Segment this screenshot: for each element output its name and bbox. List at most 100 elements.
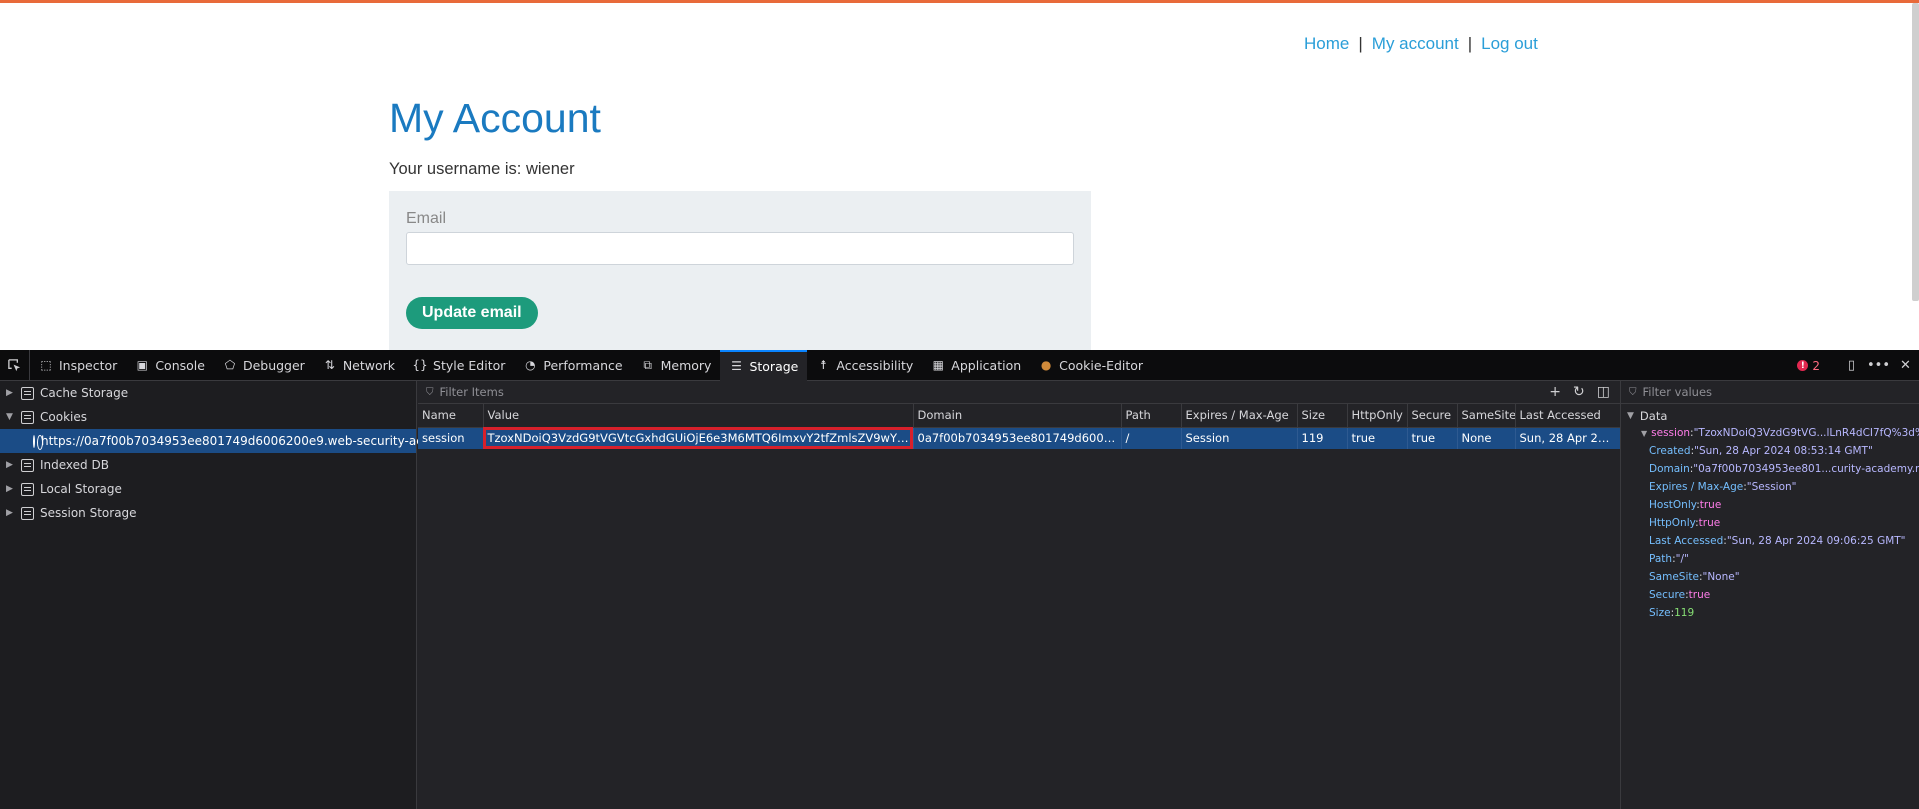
- filter-values-bar[interactable]: ⛉ Filter values: [1621, 381, 1919, 404]
- tab-memory[interactable]: ⧉ Memory: [632, 350, 721, 381]
- data-field[interactable]: Size:119: [1621, 607, 1919, 625]
- data-field[interactable]: Secure:true: [1621, 589, 1919, 607]
- nav-home-link[interactable]: Home: [1304, 34, 1349, 53]
- filter-values-input[interactable]: Filter values: [1643, 385, 1713, 399]
- tree-item-cookie-host[interactable]: https://0a7f00b7034953ee801749d6006200e9…: [0, 429, 486, 453]
- column-header[interactable]: Secure: [1407, 404, 1458, 428]
- cell-httponly[interactable]: true: [1347, 427, 1408, 449]
- top-navigation: Home | My account | Log out: [1304, 34, 1538, 54]
- email-input[interactable]: [406, 232, 1074, 265]
- tab-debugger[interactable]: ⬠ Debugger: [214, 350, 314, 381]
- data-value: true: [1699, 499, 1722, 511]
- tab-accessibility[interactable]: ☨ Accessibility: [807, 350, 922, 381]
- tree-item-cache-storage[interactable]: ▶ Cache Storage: [0, 381, 416, 405]
- column-header[interactable]: Value: [483, 404, 914, 428]
- toggle-sidebar-icon[interactable]: ◫: [1597, 384, 1610, 400]
- cell-samesite[interactable]: None: [1457, 427, 1516, 449]
- add-item-icon[interactable]: +: [1549, 384, 1561, 400]
- table-row[interactable]: session TzoxNDoiQ3VzdG9tVGVtcGxhdGUiOjE6e…: [418, 427, 1621, 449]
- nav-logout-link[interactable]: Log out: [1481, 34, 1538, 53]
- tab-application[interactable]: ▦ Application: [922, 350, 1030, 381]
- cell-size[interactable]: 119: [1297, 427, 1348, 449]
- data-header-label: Data: [1639, 408, 1668, 423]
- tree-item-label: Cookies: [40, 410, 87, 424]
- data-field[interactable]: Expires / Max-Age:"Session": [1621, 481, 1919, 499]
- tree-item-indexed-db[interactable]: ▶ Indexed DB: [0, 453, 416, 477]
- data-field[interactable]: Created:"Sun, 28 Apr 2024 08:53:14 GMT": [1621, 445, 1919, 463]
- data-value: "Sun, 28 Apr 2024 08:53:14 GMT": [1694, 445, 1873, 457]
- cell-path[interactable]: /: [1121, 427, 1182, 449]
- filter-items-bar[interactable]: ⛉ Filter Items + ↻ ◫: [418, 381, 1620, 404]
- element-picker-icon: [8, 358, 21, 371]
- data-key: Path: [1649, 553, 1673, 565]
- more-options-icon[interactable]: •••: [1865, 358, 1892, 373]
- data-field[interactable]: HostOnly:true: [1621, 499, 1919, 517]
- data-root-entry[interactable]: ▼ session:"TzoxNDoiQ3VzdG9tVG...lLnR4dCI7…: [1621, 427, 1919, 445]
- tab-storage[interactable]: ☰ Storage: [720, 349, 808, 381]
- update-email-button[interactable]: Update email: [406, 297, 538, 329]
- data-field[interactable]: HttpOnly:true: [1621, 517, 1919, 535]
- data-value: "Session": [1746, 481, 1797, 493]
- tab-label: Accessibility: [836, 357, 914, 373]
- column-header[interactable]: Name: [418, 404, 484, 428]
- table-actions: + ↻ ◫: [1549, 384, 1620, 400]
- refresh-icon[interactable]: ↻: [1573, 384, 1585, 400]
- data-field[interactable]: Last Accessed:"Sun, 28 Apr 2024 09:06:25…: [1621, 535, 1919, 553]
- nav-my-account-link[interactable]: My account: [1372, 34, 1459, 53]
- tab-inspector[interactable]: ⬚ Inspector: [30, 350, 126, 381]
- column-header[interactable]: Size: [1297, 404, 1348, 428]
- tab-label: Inspector: [59, 357, 118, 373]
- table-header-row: Name Value Domain Path Expires / Max-Age Size…: [418, 404, 1621, 428]
- devtools-tabs: ⬚ Inspector ▣ Console ⬠ Debugger ⇅ Network {} Sty…: [30, 349, 1152, 381]
- error-count-badge[interactable]: ! 2: [1797, 359, 1820, 373]
- responsive-design-icon[interactable]: ▯: [1838, 358, 1865, 373]
- tree-item-label: Indexed DB: [40, 458, 109, 472]
- cookies-table: Name Value Domain Path Expires / Max-Age Size…: [418, 404, 1621, 449]
- tab-cookie-editor[interactable]: ● Cookie-Editor: [1030, 350, 1152, 381]
- tree-item-session-storage[interactable]: ▶ Session Storage: [0, 501, 416, 525]
- column-header[interactable]: Domain: [913, 404, 1122, 428]
- column-header[interactable]: Last Accessed: [1515, 404, 1621, 428]
- tab-label: Memory: [660, 357, 712, 373]
- tree-item-local-storage[interactable]: ▶ Local Storage: [0, 477, 416, 501]
- data-key: HostOnly: [1649, 499, 1697, 511]
- data-value: 119: [1674, 607, 1695, 619]
- tab-console[interactable]: ▣ Console: [126, 350, 214, 381]
- cell-secure[interactable]: true: [1407, 427, 1458, 449]
- data-key: Last Accessed: [1649, 535, 1724, 547]
- change-email-form: Email Update email: [389, 191, 1091, 350]
- column-header[interactable]: SameSite: [1457, 404, 1516, 428]
- tree-item-cookies[interactable]: ▼ Cookies: [0, 405, 416, 429]
- memory-icon: ⧉: [643, 357, 652, 372]
- cell-value[interactable]: TzoxNDoiQ3VzdG9tVGVtcGxhdGUiOjE6e3M6MTQ6…: [483, 427, 914, 449]
- column-header[interactable]: Expires / Max-Age: [1181, 404, 1298, 428]
- tree-item-label: Session Storage: [40, 506, 137, 520]
- data-value: "0a7f00b7034953ee801...curity-academy.ne…: [1693, 463, 1919, 475]
- devtools-panel: ⬚ Inspector ▣ Console ⬠ Debugger ⇅ Network {} Sty…: [0, 349, 1919, 809]
- cell-last-accessed[interactable]: Sun, 28 Apr 2024 09:06:25 GMT: [1515, 427, 1621, 449]
- data-field[interactable]: Domain:"0a7f00b7034953ee801...curity-aca…: [1621, 463, 1919, 481]
- data-field[interactable]: Path:"/": [1621, 553, 1919, 571]
- tab-performance[interactable]: ◔ Performance: [514, 350, 631, 381]
- cell-domain[interactable]: 0a7f00b7034953ee801749d6006200e9.web-sec…: [913, 427, 1122, 449]
- toolbar-right-controls: ! 2 ▯ ••• ✕: [1797, 350, 1919, 381]
- page-scrollbar[interactable]: [1912, 3, 1919, 301]
- console-icon: ▣: [136, 358, 148, 372]
- storage-icon: ☰: [731, 359, 742, 373]
- cell-expires[interactable]: Session: [1181, 427, 1298, 449]
- data-field[interactable]: SameSite:"None": [1621, 571, 1919, 589]
- data-value: true: [1688, 589, 1711, 601]
- filter-items-input[interactable]: Filter Items: [440, 385, 504, 399]
- data-value: "Sun, 28 Apr 2024 09:06:25 GMT": [1726, 535, 1906, 547]
- tab-style-editor[interactable]: {} Style Editor: [404, 350, 514, 381]
- data-value: true: [1698, 517, 1721, 529]
- tab-network[interactable]: ⇅ Network: [314, 350, 404, 381]
- element-picker-button[interactable]: [0, 349, 30, 381]
- column-header[interactable]: HttpOnly: [1347, 404, 1408, 428]
- page-title: My Account: [389, 95, 601, 141]
- data-section-header[interactable]: ▼ Data: [1621, 404, 1919, 427]
- close-icon[interactable]: ✕: [1892, 358, 1919, 373]
- tree-item-label: Local Storage: [40, 482, 122, 496]
- column-header[interactable]: Path: [1121, 404, 1182, 428]
- cell-name[interactable]: session: [418, 427, 484, 449]
